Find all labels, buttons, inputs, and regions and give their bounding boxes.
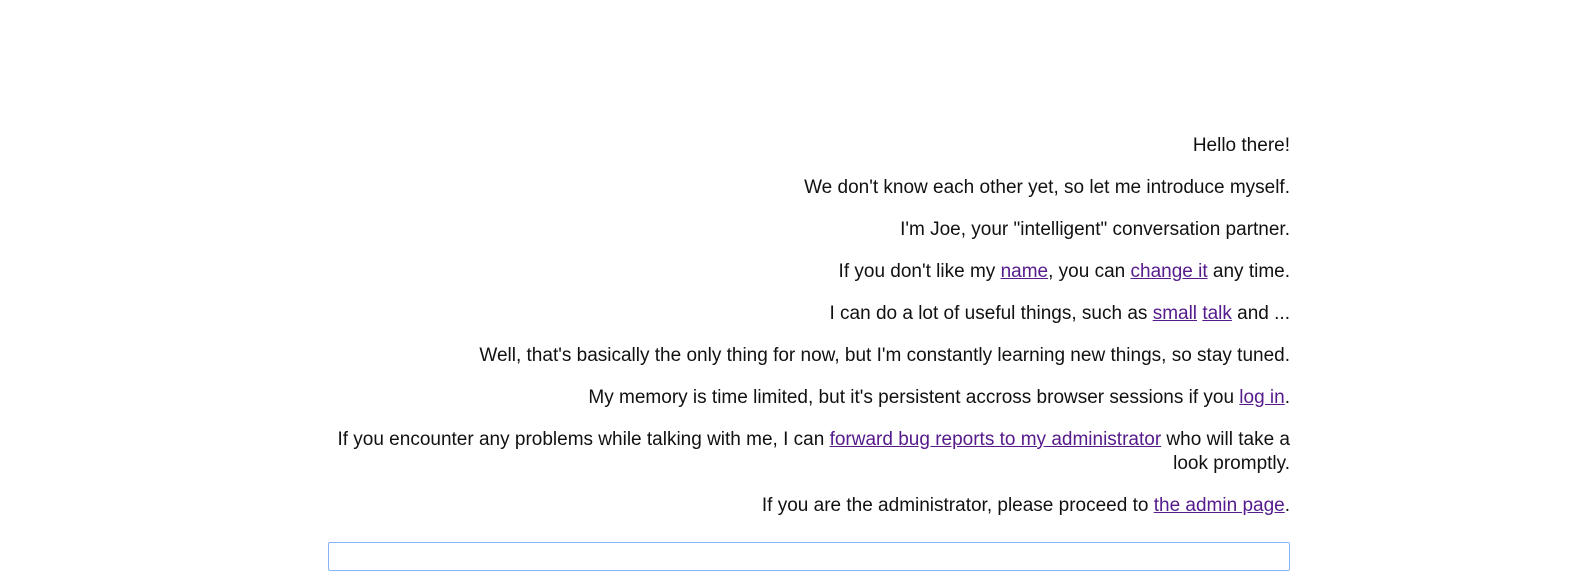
bot-message-abilities: I can do a lot of useful things, such as… [330,302,1290,326]
bot-message-identity: I'm Joe, your "intelligent" conversation… [330,218,1290,242]
message-text: who will take a look promptly. [1161,429,1290,474]
chat-log: Hello there! We don't know each other ye… [330,134,1290,536]
login-link[interactable]: log in [1239,387,1284,408]
bot-message-intro: We don't know each other yet, so let me … [330,176,1290,200]
admin-page-link[interactable]: the admin page [1154,495,1285,516]
message-text: If you don't like my [838,261,1001,282]
message-text: Hello there! [1192,135,1290,156]
message-text: . [1284,387,1290,408]
message-text: I can do a lot of useful things, such as [829,303,1153,324]
message-text: Well, that's basically the only thing fo… [479,345,1290,366]
message-text: If you are the administrator, please pro… [761,495,1154,516]
message-text: We don't know each other yet, so let me … [804,177,1290,198]
bot-message-bug-reports: If you encounter any problems while talk… [330,428,1290,476]
chat-input-container [328,542,1290,571]
message-text: I'm Joe, your "intelligent" conversation… [900,219,1290,240]
message-text: and ... [1231,303,1290,324]
bot-message-memory: My memory is time limited, but it's pers… [330,386,1290,410]
bot-message-admin: If you are the administrator, please pro… [330,494,1290,518]
message-text: If you encounter any problems while talk… [337,429,830,450]
message-text: , you can [1048,261,1131,282]
message-text: any time. [1207,261,1290,282]
message-text: My memory is time limited, but it's pers… [588,387,1240,408]
name-link[interactable]: name [1001,261,1049,282]
bot-message-greeting: Hello there! [330,134,1290,158]
bug-report-link[interactable]: forward bug reports to my administrator [830,429,1162,450]
chat-input[interactable] [328,542,1290,571]
small-link[interactable]: small [1153,303,1197,324]
bot-message-rename: If you don't like my name, you can chang… [330,260,1290,284]
message-text: . [1284,495,1290,516]
change-name-link[interactable]: change it [1131,261,1208,282]
talk-link[interactable]: talk [1202,303,1232,324]
bot-message-learning: Well, that's basically the only thing fo… [330,344,1290,368]
